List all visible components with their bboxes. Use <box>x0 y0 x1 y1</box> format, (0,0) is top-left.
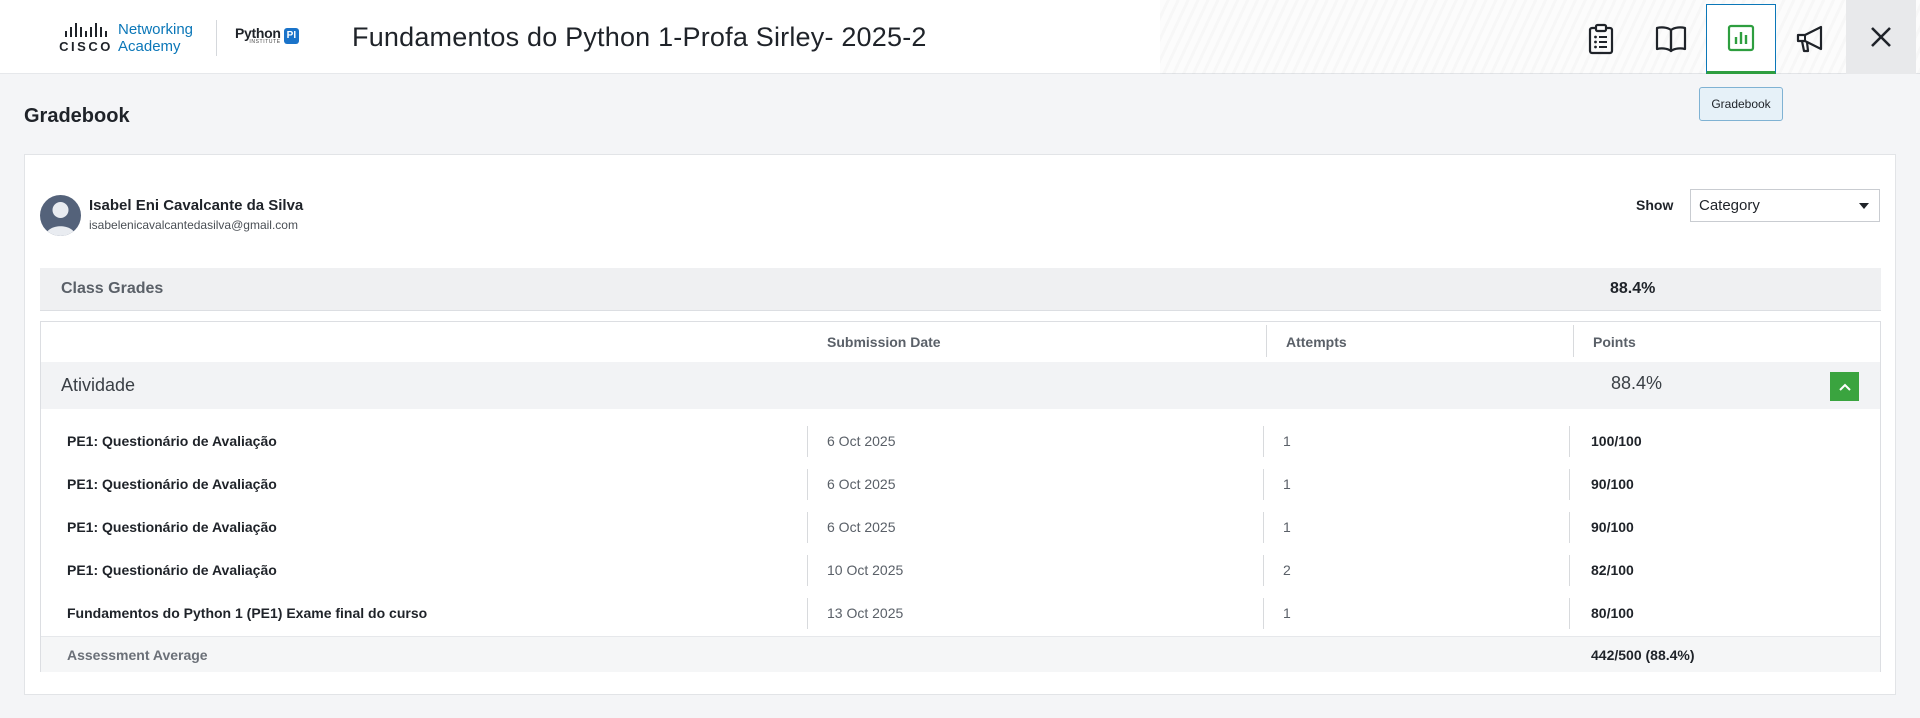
nav-gradebook-button[interactable] <box>1706 4 1776 74</box>
attempts-count: 2 <box>1283 562 1291 578</box>
gradebook-tooltip: Gradebook <box>1699 87 1783 121</box>
submission-date: 6 Oct 2025 <box>827 476 896 492</box>
assessment-average-value: 442/500 (88.4%) <box>1591 647 1695 663</box>
nav-announcements-button[interactable] <box>1776 4 1846 74</box>
category-value: 88.4% <box>1611 373 1663 393</box>
page-title: Gradebook <box>24 105 130 127</box>
attempts-count: 1 <box>1283 605 1291 621</box>
column-divider <box>1263 598 1264 629</box>
column-divider <box>1263 512 1264 543</box>
avatar <box>40 195 81 236</box>
submission-date: 13 Oct 2025 <box>827 605 904 621</box>
attempts-count: 1 <box>1283 433 1291 449</box>
table-row[interactable]: PE1: Questionário de Avaliação 10 Oct 20… <box>41 549 1880 592</box>
column-divider <box>1569 555 1570 586</box>
megaphone-icon <box>1796 25 1823 53</box>
cisco-networking-academy-logo[interactable]: CISCO Networking Academy <box>58 20 193 56</box>
column-divider <box>1263 426 1264 457</box>
column-divider <box>1569 512 1570 543</box>
header-points: Points <box>1593 334 1636 350</box>
cisco-mark: CISCO <box>58 22 114 54</box>
close-button[interactable] <box>1846 0 1916 74</box>
assessment-name: PE1: Questionário de Avaliação <box>67 433 277 449</box>
column-divider <box>1263 469 1264 500</box>
clipboard-icon <box>1588 23 1614 55</box>
python-institute-logo: Python INSTITUTE PI <box>235 25 300 45</box>
header-submission-date: Submission Date <box>827 334 941 350</box>
collapse-category-button[interactable] <box>1830 372 1859 401</box>
table-row[interactable]: PE1: Questionário de Avaliação 6 Oct 202… <box>41 463 1880 506</box>
pi-badge: PI <box>283 28 300 44</box>
table-row[interactable]: Fundamentos do Python 1 (PE1) Exame fina… <box>41 592 1880 635</box>
points-value: 90/100 <box>1591 519 1634 535</box>
assessment-average-row: Assessment Average 442/500 (88.4%) <box>41 636 1880 672</box>
assessment-average-label: Assessment Average <box>67 647 208 663</box>
cisco-bars-icon <box>65 22 107 37</box>
table-row[interactable]: PE1: Questionário de Avaliação 6 Oct 202… <box>41 506 1880 549</box>
class-grades-value: 88.4% <box>1610 280 1656 297</box>
submission-date: 6 Oct 2025 <box>827 519 896 535</box>
header-divider <box>1573 325 1574 357</box>
course-title: Fundamentos do Python 1-Profa Sirley- 20… <box>352 22 927 52</box>
logo-divider <box>216 20 217 56</box>
gradebook-card: Isabel Eni Cavalcante da Silva isabeleni… <box>24 154 1896 695</box>
student-name: Isabel Eni Cavalcante da Silva <box>89 197 304 214</box>
nav-course-button[interactable] <box>1636 4 1706 74</box>
class-grades-bar: Class Grades 88.4% <box>40 268 1881 311</box>
student-email: isabelenicavalcantedasilva@gmail.com <box>89 218 298 232</box>
column-divider <box>1569 598 1570 629</box>
grades-table: Submission Date Attempts Points Atividad… <box>40 321 1881 672</box>
column-divider <box>807 598 808 629</box>
header-attempts: Attempts <box>1286 334 1347 350</box>
table-row[interactable]: PE1: Questionário de Avaliação 6 Oct 202… <box>41 420 1880 463</box>
chevron-down-icon <box>1859 203 1869 209</box>
cisco-wordmark: CISCO <box>59 38 113 54</box>
assessment-name: Fundamentos do Python 1 (PE1) Exame fina… <box>67 605 428 621</box>
header-divider <box>1266 325 1267 357</box>
column-divider <box>807 426 808 457</box>
assessment-name: PE1: Questionário de Avaliação <box>67 519 277 535</box>
assessment-name: PE1: Questionário de Avaliação <box>67 476 277 492</box>
submission-date: 6 Oct 2025 <box>827 433 896 449</box>
book-icon <box>1655 26 1687 53</box>
bar-chart-icon <box>1727 24 1755 52</box>
networking-academy-text: Networking Academy <box>118 21 193 55</box>
user-avatar-icon <box>46 202 75 236</box>
column-divider <box>807 512 808 543</box>
show-label: Show <box>1636 197 1674 213</box>
points-value: 80/100 <box>1591 605 1634 621</box>
assessment-name: PE1: Questionário de Avaliação <box>67 562 277 578</box>
python-wordmark: Python <box>235 25 281 41</box>
column-divider <box>807 555 808 586</box>
points-value: 90/100 <box>1591 476 1634 492</box>
show-select[interactable]: Category <box>1690 189 1880 222</box>
column-divider <box>1569 469 1570 500</box>
column-divider <box>1263 555 1264 586</box>
attempts-count: 1 <box>1283 476 1291 492</box>
academy-line-2: Academy <box>118 38 181 55</box>
submission-date: 10 Oct 2025 <box>827 562 904 578</box>
points-value: 100/100 <box>1591 433 1642 449</box>
top-header: CISCO Networking Academy Python INSTITUT… <box>0 0 1920 74</box>
class-grades-label: Class Grades <box>61 280 164 297</box>
column-divider <box>807 469 808 500</box>
points-value: 82/100 <box>1591 562 1634 578</box>
column-divider <box>1569 426 1570 457</box>
category-label: Atividade <box>61 375 136 395</box>
attempts-count: 1 <box>1283 519 1291 535</box>
chevron-up-icon <box>1838 383 1851 391</box>
academy-line-1: Networking <box>118 21 194 38</box>
show-select-value: Category <box>1699 197 1760 214</box>
nav-assignments-button[interactable] <box>1566 4 1636 74</box>
close-icon <box>1871 27 1891 47</box>
category-row: Atividade 88.4% <box>41 362 1880 409</box>
